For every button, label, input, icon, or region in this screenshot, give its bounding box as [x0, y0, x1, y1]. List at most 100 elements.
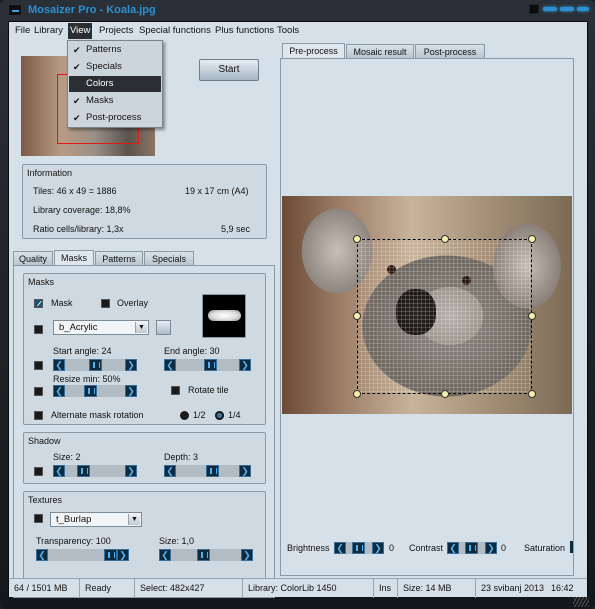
texture-select[interactable]: t_Burlap ▼: [50, 512, 142, 527]
menu-special-functions[interactable]: Special functions: [139, 25, 211, 36]
mask-combo-checkbox[interactable]: [34, 325, 43, 334]
crop-selection[interactable]: [357, 239, 532, 394]
chevron-right-icon[interactable]: ❯: [125, 465, 137, 477]
slider-thumb[interactable]: [84, 385, 97, 397]
shadow-depth-label: Depth: 3: [164, 452, 199, 462]
chevron-left-icon[interactable]: ❮: [447, 542, 459, 554]
check-icon: ✔: [73, 96, 81, 106]
chevron-right-icon[interactable]: ❯: [125, 359, 137, 371]
chevron-left-icon[interactable]: ❮: [36, 549, 48, 561]
start-angle-label: Start angle: 24: [53, 346, 112, 356]
chevron-right-icon[interactable]: ❯: [241, 549, 253, 561]
slider-thumb[interactable]: [197, 549, 210, 561]
texture-checkbox[interactable]: [34, 514, 43, 523]
resize-grip[interactable]: [573, 597, 589, 607]
crop-handle-bottom[interactable]: [441, 390, 449, 398]
crop-handle-top-left[interactable]: [353, 235, 361, 243]
close-button[interactable]: [577, 7, 589, 11]
shadow-size-label: Size: 2: [53, 452, 81, 462]
tab-quality[interactable]: Quality: [13, 251, 53, 266]
texture-size-slider[interactable]: ❮ ❯: [159, 549, 253, 561]
chevron-down-icon: ▼: [135, 322, 147, 333]
title-bar: Mosaizer Pro - Koala.jpg: [0, 0, 595, 21]
start-angle-slider[interactable]: ❮ ❯: [53, 359, 137, 371]
mask-checkbox[interactable]: [34, 299, 43, 308]
contrast-slider[interactable]: ❮ ❯: [447, 542, 497, 554]
crop-handle-bottom-right[interactable]: [528, 390, 536, 398]
mask-select[interactable]: b_Acrylic ▼: [53, 320, 149, 335]
window-pin-button[interactable]: [529, 4, 539, 14]
client-area: File Library View Projects Special funct…: [8, 21, 588, 598]
mask-browse-button[interactable]: [156, 320, 171, 335]
end-angle-slider[interactable]: ❮ ❯: [164, 359, 251, 371]
tab-post-process[interactable]: Post-process: [415, 44, 485, 59]
crop-handle-top-right[interactable]: [528, 235, 536, 243]
crop-handle-left[interactable]: [353, 312, 361, 320]
tab-pre-process[interactable]: Pre-process: [282, 43, 345, 59]
resize-min-checkbox[interactable]: [34, 387, 43, 396]
tab-mosaic-result[interactable]: Mosaic result: [346, 44, 414, 59]
slider-thumb[interactable]: [352, 542, 365, 554]
transparency-slider[interactable]: ❮ ❯: [36, 549, 129, 561]
start-button[interactable]: Start: [199, 59, 259, 81]
start-angle-checkbox[interactable]: [34, 361, 43, 370]
view-menu-item-masks[interactable]: ✔ Masks: [69, 93, 161, 109]
crop-handle-bottom-left[interactable]: [353, 390, 361, 398]
chevron-left-icon[interactable]: ❮: [164, 359, 176, 371]
rotate-tile-checkbox[interactable]: [171, 386, 180, 395]
chevron-right-icon[interactable]: ❯: [239, 465, 251, 477]
saturation-slider[interactable]: [570, 541, 573, 553]
chevron-right-icon[interactable]: ❯: [125, 385, 137, 397]
crop-handle-right[interactable]: [528, 312, 536, 320]
chevron-left-icon[interactable]: ❮: [53, 465, 65, 477]
tab-specials[interactable]: Specials: [144, 251, 194, 266]
window-title: Mosaizer Pro - Koala.jpg: [28, 4, 156, 16]
menu-tools[interactable]: Tools: [277, 25, 299, 36]
radio-quarter[interactable]: [215, 411, 224, 420]
tab-patterns[interactable]: Patterns: [95, 251, 143, 266]
chevron-left-icon[interactable]: ❮: [164, 465, 176, 477]
view-menu-item-specials[interactable]: ✔ Specials: [69, 59, 161, 75]
slider-thumb[interactable]: [465, 542, 478, 554]
slider-thumb[interactable]: [89, 359, 102, 371]
menu-file[interactable]: File: [15, 25, 30, 36]
menu-library[interactable]: Library: [34, 25, 63, 36]
chevron-right-icon[interactable]: ❯: [485, 542, 497, 554]
slider-thumb[interactable]: [104, 549, 117, 561]
view-menu-item-colors[interactable]: Colors: [69, 76, 161, 92]
check-icon: ✔: [73, 62, 81, 72]
view-menu-item-patterns[interactable]: ✔ Patterns: [69, 42, 161, 58]
chevron-right-icon[interactable]: ❯: [239, 359, 251, 371]
slider-thumb[interactable]: [204, 359, 217, 371]
radio-half[interactable]: [180, 411, 189, 420]
alternate-rotation-checkbox[interactable]: [34, 411, 43, 420]
chevron-left-icon[interactable]: ❮: [53, 385, 65, 397]
chevron-left-icon[interactable]: ❮: [334, 542, 346, 554]
chevron-right-icon[interactable]: ❯: [117, 549, 129, 561]
textures-title: Textures: [28, 495, 63, 505]
koala-image[interactable]: [282, 196, 572, 414]
chevron-right-icon[interactable]: ❯: [372, 542, 384, 554]
pre-process-panel: [280, 58, 574, 576]
chevron-down-icon: ▼: [128, 514, 140, 525]
overlay-checkbox[interactable]: [101, 299, 110, 308]
maximize-button[interactable]: [560, 7, 574, 11]
tab-masks[interactable]: Masks: [54, 250, 94, 266]
chevron-left-icon[interactable]: ❮: [159, 549, 171, 561]
shadow-checkbox[interactable]: [34, 467, 43, 476]
system-menu-button[interactable]: [8, 4, 22, 16]
shadow-size-slider[interactable]: ❮ ❯: [53, 465, 137, 477]
view-menu-item-post-process[interactable]: ✔ Post-process: [69, 110, 161, 126]
minimize-button[interactable]: [543, 7, 557, 11]
resize-min-slider[interactable]: ❮ ❯: [53, 385, 137, 397]
menu-view[interactable]: View: [68, 23, 93, 39]
crop-handle-top[interactable]: [441, 235, 449, 243]
chevron-left-icon[interactable]: ❮: [53, 359, 65, 371]
slider-thumb[interactable]: [77, 465, 90, 477]
brightness-slider[interactable]: ❮ ❯: [334, 542, 384, 554]
menu-projects[interactable]: Projects: [99, 25, 133, 36]
menu-plus-functions[interactable]: Plus functions: [215, 25, 274, 36]
slider-thumb[interactable]: [206, 465, 219, 477]
shadow-depth-slider[interactable]: ❮ ❯: [164, 465, 251, 477]
overlay-label: Overlay: [117, 298, 149, 308]
